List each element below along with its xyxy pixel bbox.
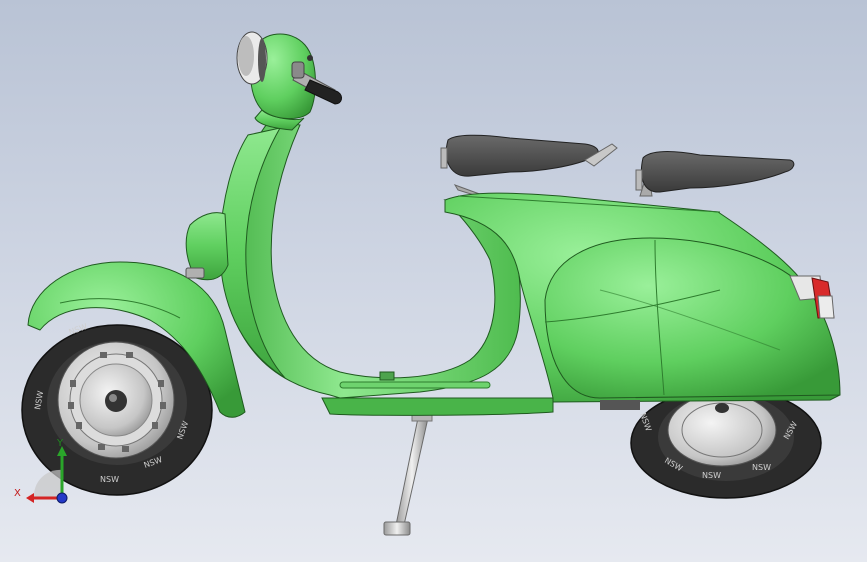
svg-text:NSW: NSW (702, 471, 721, 480)
rear-wheel: NSW NSW NSW NSW NSW (630, 387, 822, 499)
x-axis-arrowhead (26, 493, 34, 503)
x-axis-label: X (14, 488, 21, 499)
svg-text:NSW: NSW (100, 475, 119, 484)
handlebar-assembly (236, 31, 343, 119)
y-axis-label: Y (56, 438, 64, 449)
headlight (236, 31, 268, 85)
z-axis-marker (56, 492, 68, 504)
graphics-viewport[interactable]: NSW NSW NSW NSW NSW NSW NSW NSW NSW NSW … (0, 0, 867, 562)
kickstand (383, 411, 433, 536)
svg-text:NSW: NSW (752, 463, 771, 472)
scooter-model[interactable]: NSW NSW NSW NSW NSW NSW NSW NSW NSW NSW … (0, 0, 867, 562)
front-seat (440, 134, 618, 201)
horn-cover (185, 212, 229, 281)
rear-seat (635, 151, 795, 197)
